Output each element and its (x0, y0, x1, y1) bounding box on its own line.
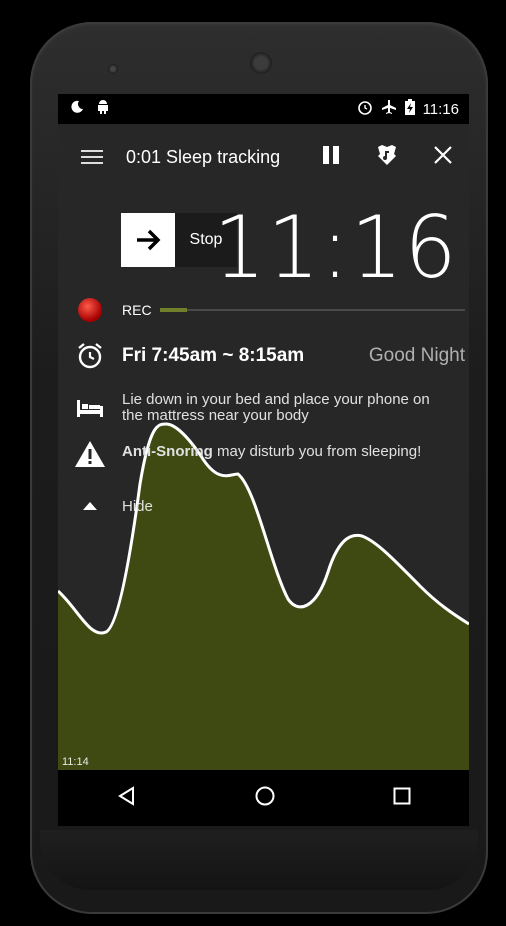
recents-button[interactable] (393, 787, 411, 810)
airplane-icon (381, 99, 397, 119)
arrow-right-icon (137, 229, 161, 251)
rec-progress-fill (159, 308, 188, 312)
collapse-icon (83, 502, 97, 510)
rec-label: REC (122, 302, 152, 318)
close-button[interactable] (433, 145, 453, 170)
chart-start-time: 11:14 (62, 756, 89, 768)
recents-icon (393, 787, 410, 804)
hide-label[interactable]: Hide (122, 498, 153, 515)
front-camera (108, 64, 118, 74)
tip-text: Lie down in your bed and place your phon… (122, 391, 430, 424)
bottom-bezel (40, 830, 478, 890)
greeting: Good Night (368, 345, 465, 366)
nav-bar (58, 770, 469, 826)
warning-icon (75, 441, 105, 467)
tip-row: Lie down in your bed and place your phon… (58, 390, 469, 426)
alarm-row[interactable]: Fri 7:45am ~ 8:15am Good Night (58, 340, 469, 372)
hamburger-icon (81, 150, 103, 164)
big-clock: 11:16 (213, 198, 459, 298)
bed-icon (77, 400, 103, 417)
app-title: 0:01 Sleep tracking (126, 146, 281, 167)
back-icon (117, 785, 134, 806)
stop-arrow-box[interactable] (121, 213, 175, 267)
battery-charging-icon (404, 99, 415, 119)
recording-row: REC (58, 298, 469, 322)
alarm-clock-icon (357, 99, 373, 119)
status-time: 11:16 (422, 100, 459, 118)
hide-row[interactable]: Hide (58, 494, 469, 518)
lullaby-icon (378, 144, 396, 165)
menu-button[interactable] (58, 150, 126, 164)
warning-text: may disturb you from sleeping! (212, 443, 422, 460)
moon-icon (70, 100, 84, 118)
rec-progress (159, 308, 465, 312)
alarm-range: Fri 7:45am ~ 8:15am (122, 345, 305, 366)
record-icon (78, 298, 102, 322)
home-icon (255, 786, 274, 805)
pause-button[interactable] (321, 145, 341, 170)
earpiece-speaker (250, 52, 272, 74)
alarm-icon (78, 343, 102, 369)
warning-row: Anti-Snoring may disturb you from sleepi… (58, 440, 469, 472)
warning-bold: Anti-Snoring (122, 443, 213, 460)
screen: 11:16 0:01 Sleep tracking Stop 11:16 REC… (58, 94, 469, 826)
status-bar: 11:16 (58, 94, 469, 124)
android-icon (96, 99, 110, 119)
close-icon (434, 145, 452, 164)
app-bar: 0:01 Sleep tracking (58, 124, 469, 190)
lullaby-button[interactable] (375, 143, 399, 172)
pause-icon (323, 145, 339, 164)
home-button[interactable] (254, 785, 276, 812)
back-button[interactable] (117, 785, 137, 811)
sleep-chart (58, 422, 469, 770)
